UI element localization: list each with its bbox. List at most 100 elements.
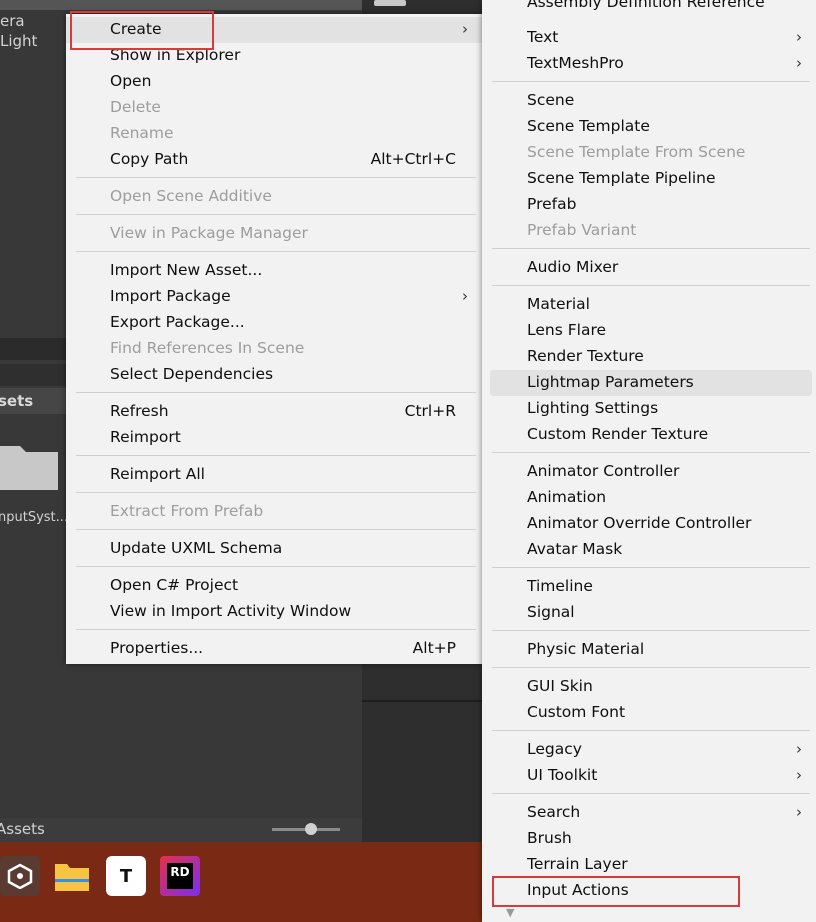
submenu-item-lens-flare[interactable]: Lens Flare bbox=[482, 318, 816, 344]
menu-item-reimport[interactable]: Reimport bbox=[66, 425, 482, 451]
menu-item-shortcut: Ctrl+R bbox=[404, 402, 456, 420]
submenu-item-signal[interactable]: Signal bbox=[482, 600, 816, 626]
menu-item-label: Signal bbox=[527, 603, 575, 621]
menu-item-label: Open Scene Additive bbox=[110, 187, 272, 205]
menu-item-refresh[interactable]: Refresh Ctrl+R bbox=[66, 399, 482, 425]
menu-item-rename: Rename bbox=[66, 121, 482, 147]
zoom-slider-thumb[interactable] bbox=[305, 823, 317, 835]
menu-item-label: Import New Asset... bbox=[110, 261, 263, 279]
unity-icon[interactable] bbox=[0, 856, 40, 896]
menu-item-label: Legacy bbox=[527, 740, 582, 758]
project-panel-title: sets bbox=[0, 392, 34, 410]
submenu-item-prefab[interactable]: Prefab bbox=[482, 192, 816, 218]
menu-item-view-import-activity[interactable]: View in Import Activity Window bbox=[66, 599, 482, 625]
menu-item-label: Terrain Layer bbox=[527, 855, 628, 873]
submenu-item-custom-font[interactable]: Custom Font bbox=[482, 700, 816, 726]
toolbar-button[interactable] bbox=[374, 0, 406, 6]
menu-item-label: Copy Path bbox=[110, 150, 189, 168]
menu-item-label: Prefab Variant bbox=[527, 221, 637, 239]
menu-item-delete: Delete bbox=[66, 95, 482, 121]
menu-separator bbox=[76, 529, 476, 530]
submenu-item-avatar-mask[interactable]: Avatar Mask bbox=[482, 537, 816, 563]
submenu-item-render-texture[interactable]: Render Texture bbox=[482, 344, 816, 370]
submenu-item-text[interactable]: Text › bbox=[482, 25, 816, 51]
chevron-right-icon: › bbox=[796, 54, 802, 72]
submenu-item-material[interactable]: Material bbox=[482, 292, 816, 318]
menu-item-reimport-all[interactable]: Reimport All bbox=[66, 462, 482, 488]
create-submenu: Assembly Definition Reference Text › Tex… bbox=[482, 0, 816, 922]
menu-separator bbox=[492, 793, 810, 794]
menu-separator bbox=[492, 452, 810, 453]
rider-icon[interactable]: RD bbox=[160, 856, 200, 896]
divider bbox=[362, 700, 482, 702]
menu-item-label: Brush bbox=[527, 829, 572, 847]
menu-item-label: Scene Template From Scene bbox=[527, 143, 746, 161]
menu-item-export-package[interactable]: Export Package... bbox=[66, 310, 482, 336]
folder-label[interactable]: nputSyst... bbox=[0, 510, 68, 525]
submenu-item-timeline[interactable]: Timeline bbox=[482, 574, 816, 600]
menu-separator bbox=[76, 214, 476, 215]
submenu-item-scene[interactable]: Scene bbox=[482, 88, 816, 114]
submenu-item-animation[interactable]: Animation bbox=[482, 485, 816, 511]
menu-item-label: GUI Skin bbox=[527, 677, 593, 695]
submenu-item-ui-toolkit[interactable]: UI Toolkit › bbox=[482, 763, 816, 789]
submenu-item-animator-override-controller[interactable]: Animator Override Controller bbox=[482, 511, 816, 537]
typora-glyph: T bbox=[119, 865, 133, 887]
submenu-item-custom-render-texture[interactable]: Custom Render Texture bbox=[482, 422, 816, 448]
menu-item-shortcut: Alt+P bbox=[412, 639, 456, 657]
menu-item-label: Scene bbox=[527, 91, 575, 109]
menu-separator bbox=[492, 630, 810, 631]
menu-item-label: Scene Template bbox=[527, 117, 650, 135]
breadcrumb[interactable]: Assets bbox=[0, 820, 45, 838]
hierarchy-item-light[interactable]: Light bbox=[0, 32, 37, 50]
submenu-item-legacy[interactable]: Legacy › bbox=[482, 737, 816, 763]
submenu-item-animator-controller[interactable]: Animator Controller bbox=[482, 459, 816, 485]
submenu-item-lightmap-parameters[interactable]: Lightmap Parameters bbox=[490, 370, 812, 396]
submenu-item-physic-material[interactable]: Physic Material bbox=[482, 637, 816, 663]
menu-item-label: Import Package bbox=[110, 287, 231, 305]
chevron-right-icon: › bbox=[462, 20, 468, 38]
menu-item-label: Search bbox=[527, 803, 581, 821]
submenu-item-search[interactable]: Search › bbox=[482, 800, 816, 826]
chevron-right-icon: › bbox=[462, 287, 468, 305]
menu-item-open[interactable]: Open bbox=[66, 69, 482, 95]
folder-icon[interactable] bbox=[52, 856, 92, 896]
menu-item-label: Export Package... bbox=[110, 313, 245, 331]
submenu-item-textmeshpro[interactable]: TextMeshPro › bbox=[482, 51, 816, 77]
submenu-item-audio-mixer[interactable]: Audio Mixer bbox=[482, 255, 816, 281]
menu-item-label: Material bbox=[527, 295, 590, 313]
menu-item-label: View in Import Activity Window bbox=[110, 602, 352, 620]
menu-item-select-dependencies[interactable]: Select Dependencies bbox=[66, 362, 482, 388]
submenu-item-scene-template[interactable]: Scene Template bbox=[482, 114, 816, 140]
menu-item-label: Reimport All bbox=[110, 465, 205, 483]
scroll-down-icon[interactable]: ▼ bbox=[506, 906, 514, 919]
menu-item-open-scene-additive: Open Scene Additive bbox=[66, 184, 482, 210]
submenu-item-lighting-settings[interactable]: Lighting Settings bbox=[482, 396, 816, 422]
hierarchy-header bbox=[0, 0, 362, 10]
menu-item-extract-from-prefab: Extract From Prefab bbox=[66, 499, 482, 525]
submenu-item-terrain-layer[interactable]: Terrain Layer bbox=[482, 852, 816, 878]
menu-item-copy-path[interactable]: Copy Path Alt+Ctrl+C bbox=[66, 147, 482, 173]
chevron-right-icon: › bbox=[796, 740, 802, 758]
menu-item-import-new-asset[interactable]: Import New Asset... bbox=[66, 258, 482, 284]
menu-item-open-csharp-project[interactable]: Open C# Project bbox=[66, 573, 482, 599]
menu-item-properties[interactable]: Properties... Alt+P bbox=[66, 636, 482, 662]
folder-icon[interactable] bbox=[0, 442, 58, 490]
hierarchy-item-camera[interactable]: era bbox=[0, 12, 25, 30]
menu-item-label: Render Texture bbox=[527, 347, 644, 365]
menu-item-label: Custom Render Texture bbox=[527, 425, 709, 443]
menu-item-label: Select Dependencies bbox=[110, 365, 274, 383]
menu-item-update-uxml-schema[interactable]: Update UXML Schema bbox=[66, 536, 482, 562]
menu-item-find-references: Find References In Scene bbox=[66, 336, 482, 362]
typora-icon[interactable]: T bbox=[106, 856, 146, 896]
menu-item-label: UI Toolkit bbox=[527, 766, 598, 784]
submenu-item-brush[interactable]: Brush bbox=[482, 826, 816, 852]
submenu-item-gui-skin[interactable]: GUI Skin bbox=[482, 674, 816, 700]
menu-separator bbox=[76, 566, 476, 567]
menu-item-label: Scene Template Pipeline bbox=[527, 169, 716, 187]
menu-separator bbox=[492, 567, 810, 568]
submenu-item-assembly-definition-reference[interactable]: Assembly Definition Reference bbox=[482, 0, 816, 16]
menu-item-import-package[interactable]: Import Package › bbox=[66, 284, 482, 310]
submenu-item-scene-template-pipeline[interactable]: Scene Template Pipeline bbox=[482, 166, 816, 192]
menu-item-label: Lens Flare bbox=[527, 321, 607, 339]
